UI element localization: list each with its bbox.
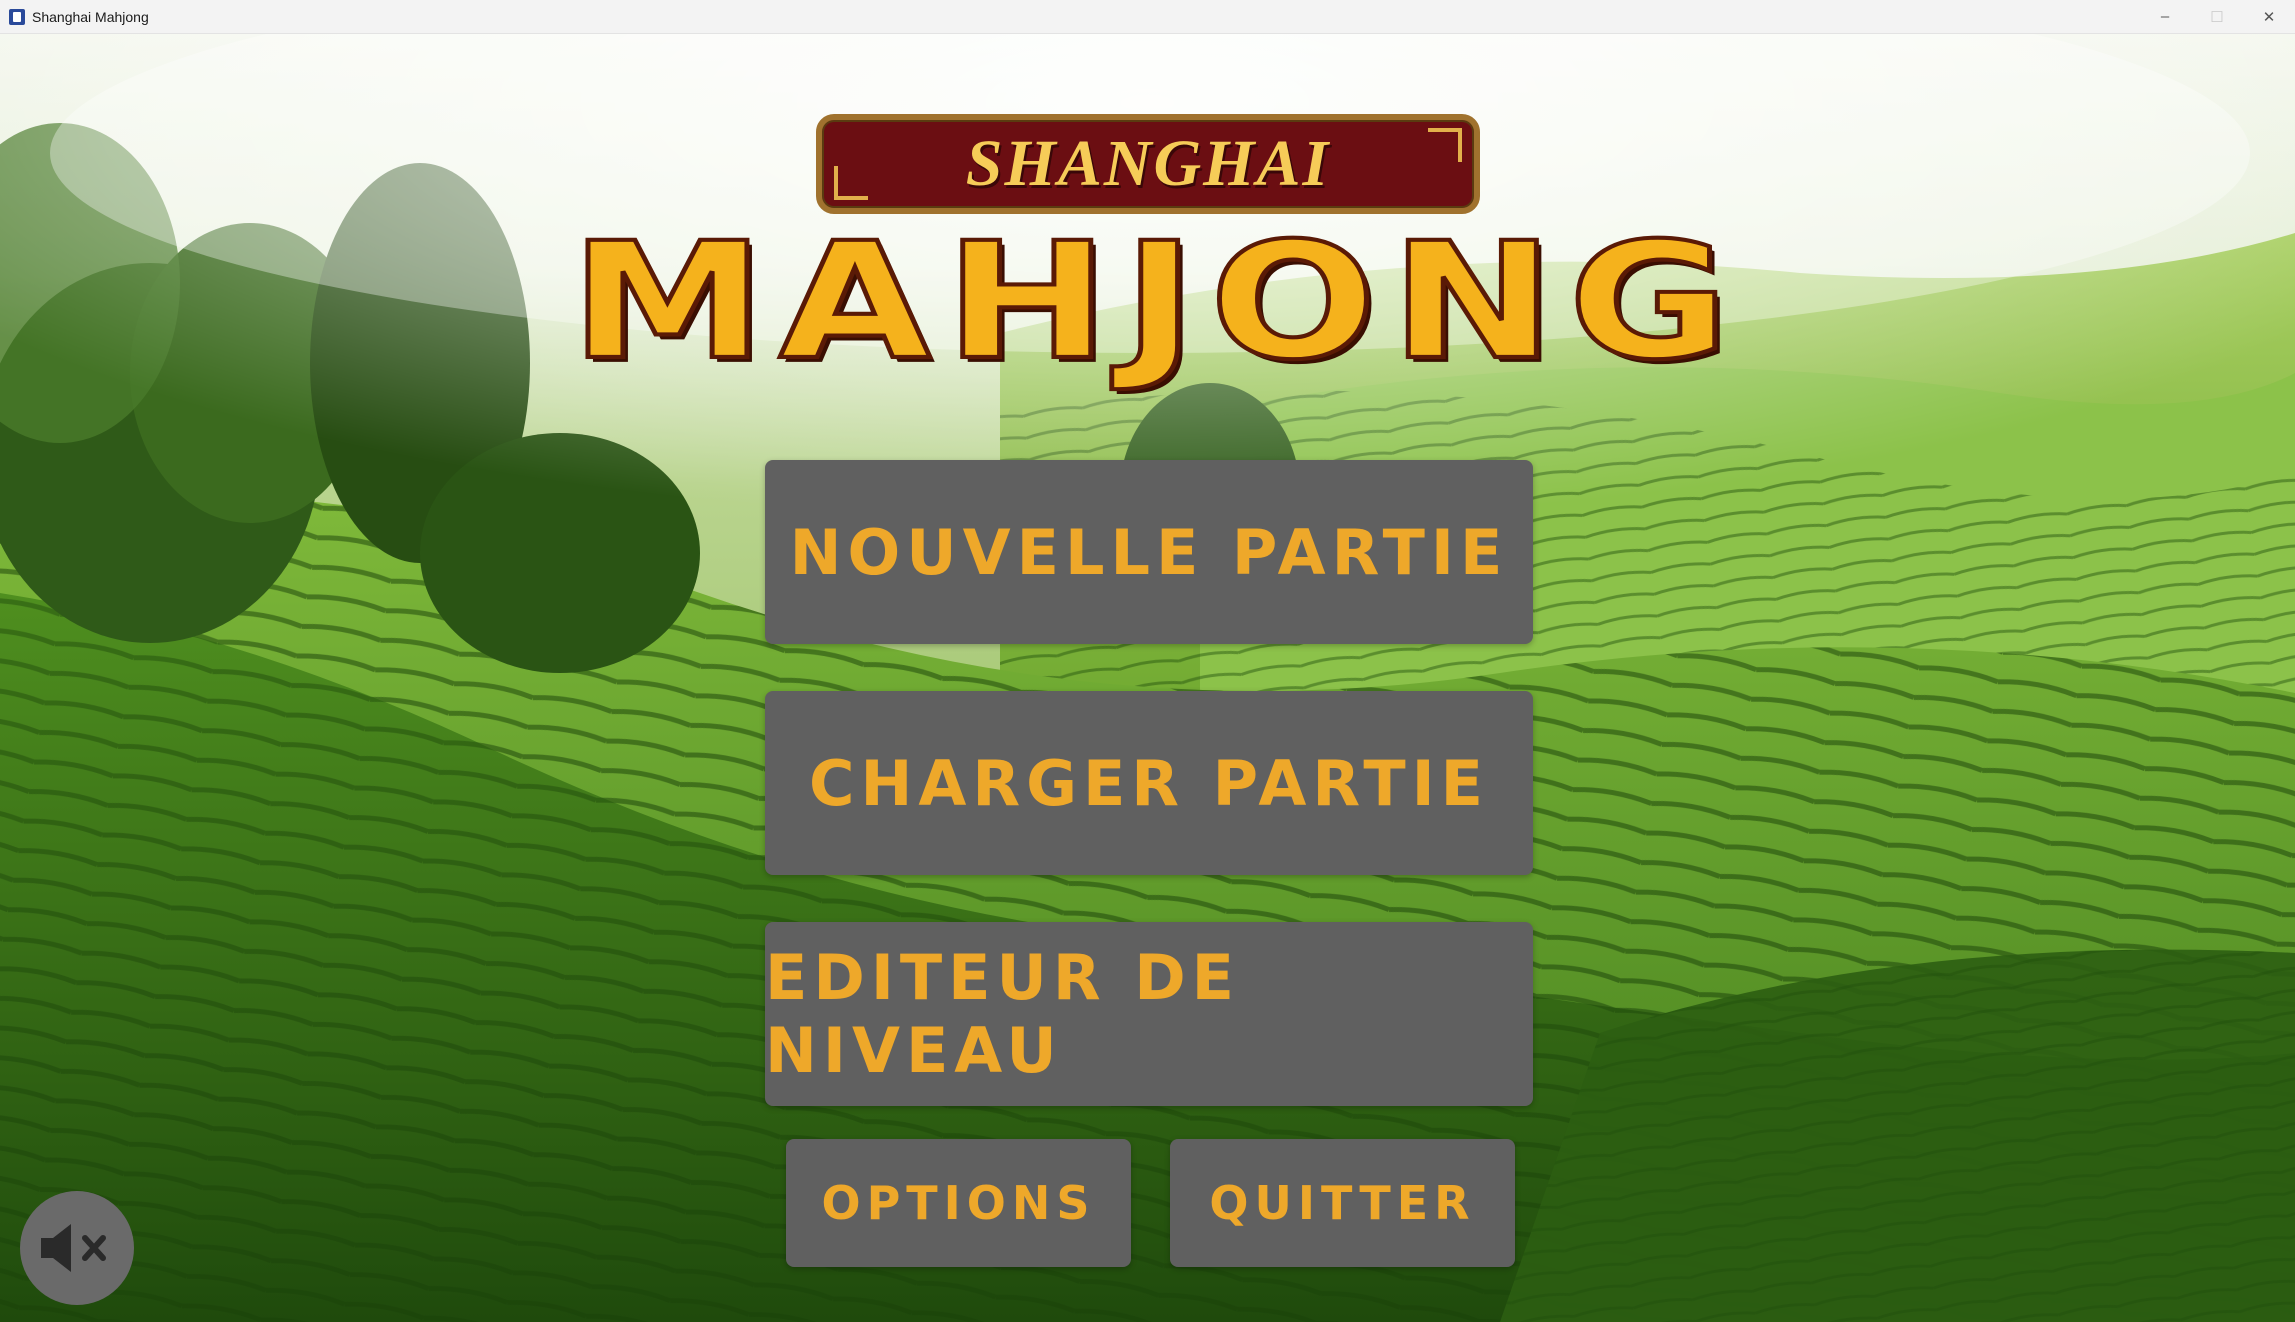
close-button[interactable]: ✕ bbox=[2243, 0, 2295, 33]
logo-mahjong-text: MAHJONG bbox=[568, 208, 1744, 396]
level-editor-button[interactable]: EDITEUR DE NIVEAU bbox=[765, 922, 1533, 1106]
shanghai-banner: SHANGHAI bbox=[816, 114, 1480, 214]
quit-button[interactable]: QUITTER bbox=[1170, 1139, 1515, 1267]
app-icon bbox=[9, 8, 25, 25]
title-bar: Shanghai Mahjong – ☐ ✕ bbox=[0, 0, 2295, 34]
new-game-button[interactable]: NOUVELLE PARTIE bbox=[765, 460, 1533, 644]
logo-shanghai-text: SHANGHAI bbox=[965, 127, 1331, 200]
corner-ornament-icon bbox=[1428, 128, 1462, 162]
load-game-button[interactable]: CHARGER PARTIE bbox=[765, 691, 1533, 875]
window-controls: – ☐ ✕ bbox=[2139, 0, 2295, 33]
speaker-muted-icon bbox=[41, 1224, 106, 1272]
maximize-button[interactable]: ☐ bbox=[2191, 0, 2243, 33]
corner-ornament-icon bbox=[834, 166, 868, 200]
options-button[interactable]: OPTIONS bbox=[786, 1139, 1131, 1267]
sound-toggle-button[interactable] bbox=[20, 1191, 134, 1305]
minimize-button[interactable]: – bbox=[2139, 0, 2191, 33]
app-window: Shanghai Mahjong – ☐ ✕ SHANGHAI MAHJONG … bbox=[0, 0, 2295, 1322]
window-title: Shanghai Mahjong bbox=[32, 8, 149, 25]
game-logo: SHANGHAI MAHJONG bbox=[568, 108, 1744, 438]
